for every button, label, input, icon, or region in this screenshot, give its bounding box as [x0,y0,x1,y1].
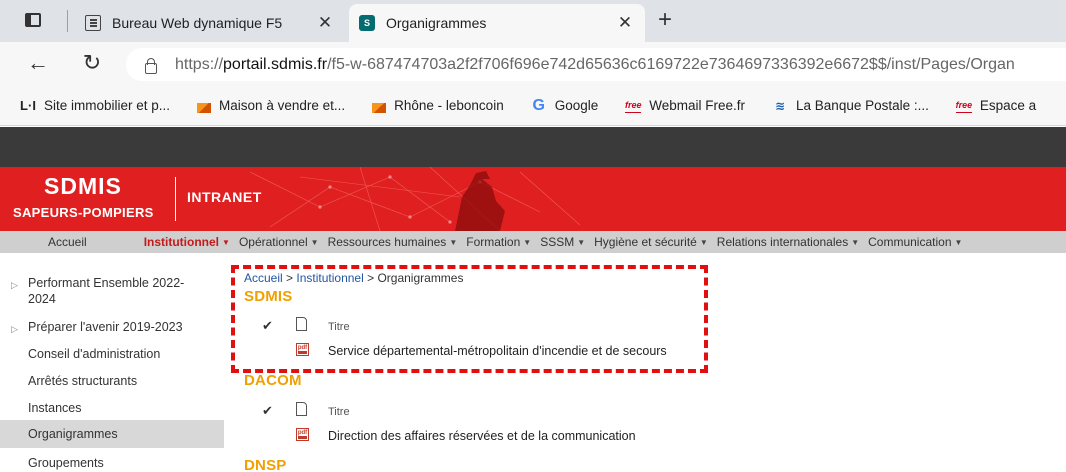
nav-accueil[interactable]: Accueil [48,235,87,249]
nav-label: Opérationnel [238,235,308,249]
caret-down-icon: ▼ [222,237,230,247]
bank-icon: ≋ [775,98,786,113]
url-text: https://portail.sdmis.fr/f5-w-687474703a… [175,55,1015,73]
bookmark-item[interactable]: free Webmail Free.fr [625,98,745,113]
section-title-dacom: DACOM [244,372,302,389]
caret-down-icon: ▼ [851,237,860,247]
sidebar-item-groupements[interactable]: Groupements [0,455,224,471]
pdf-icon: pdf [296,428,309,441]
document-link[interactable]: Direction des affaires réservées et de l… [328,429,636,443]
sharepoint-icon: S [359,15,375,31]
nav-label: Hygiène et sécurité [594,235,697,249]
bookmark-label: Site immobilier et p... [44,98,171,113]
free-icon: free [625,99,642,113]
nav-label: Formation [466,235,521,249]
nav-label: Communication [868,235,952,249]
tab-actions-icon[interactable] [25,13,41,27]
document-icon [296,402,307,416]
top-navigation: Accueil Institutionnel ▼ Opérationnel ▼ Re… [0,231,1066,253]
logo-title[interactable]: SDMIS [44,173,122,200]
sidebar-item-label: 2024 [28,292,56,306]
nav-relations-internationales[interactable]: Relations internationales ▼ [717,235,859,249]
bookmark-item[interactable]: Maison à vendre et... [197,98,345,113]
url-field[interactable]: https://portail.sdmis.fr/f5-w-687474703a… [126,48,1066,81]
logo-divider [175,177,176,221]
nav-operationnel[interactable]: Opérationnel ▼ [239,235,319,249]
column-header-titre[interactable]: Titre [328,406,350,418]
caret-down-icon: ▼ [577,237,586,247]
expand-triangle-icon[interactable]: ▷ [11,277,18,293]
tab-organigrammes[interactable]: S Organigrammes ✕ [349,4,645,42]
sidebar-item-label: Préparer l'avenir 2019-2023 [28,320,183,334]
bookmark-label: Webmail Free.fr [649,98,746,113]
bookmark-label: Espace a [979,98,1037,113]
bookmarks-bar: L·I Site immobilier et p... Maison à ven… [0,86,1066,126]
sidebar-item-label: Arrêtés structurants [28,374,138,388]
nav-institutionnel[interactable]: Institutionnel ▼ [144,235,230,249]
banner-network-art [249,167,581,231]
back-arrow-icon[interactable]: ← [26,52,50,76]
bookmark-item[interactable]: ≋ La Banque Postale :... [772,98,929,113]
caret-down-icon: ▼ [954,237,963,247]
li-icon: L·I [20,98,36,113]
caret-down-icon: ▼ [699,237,708,247]
free-icon: free [956,99,972,113]
nav-label: Relations internationales [716,235,849,249]
bookmark-label: Google [554,98,599,113]
sidebar-item-preparer-avenir[interactable]: ▷ Préparer l'avenir 2019-2023 [0,319,224,335]
logo-intranet: INTRANET [187,189,262,205]
bookmark-item[interactable]: free Espace a [956,98,1037,113]
header-banner: SDMIS SAPEURS-POMPIERS INTRANET [0,167,1066,231]
nav-ressources-humaines[interactable]: Ressources humaines ▼ [328,235,458,249]
tab-title: Bureau Web dynamique F5 [112,15,283,31]
refresh-icon[interactable]: ↻ [80,52,104,76]
bookmark-item[interactable]: Rhône - leboncoin [372,98,504,113]
bookmark-label: La Banque Postale :... [796,98,929,113]
sidebar-item-label: Instances [28,401,82,415]
tab-title: Organigrammes [386,15,487,31]
sidebar-item-label: Groupements [28,456,104,470]
nav-sssm[interactable]: SSSM ▼ [540,235,585,249]
sidebar-item-label: Organigrammes [28,427,118,441]
address-bar: ← ↻ https://portail.sdmis.fr/f5-w-687474… [0,42,1066,86]
new-tab-icon[interactable]: + [652,8,678,34]
bookmark-item[interactable]: L·I Site immobilier et p... [20,98,170,113]
bookmark-label: Maison à vendre et... [219,98,346,113]
tab-separator [67,10,68,32]
close-icon[interactable]: ✕ [613,13,637,33]
nav-label: Institutionnel [143,235,220,249]
orange-tag-icon [197,102,212,113]
close-icon[interactable]: ✕ [313,13,337,33]
browser-tabstrip: Bureau Web dynamique F5 ✕ S Organigramme… [0,0,1066,42]
expand-triangle-icon[interactable]: ▷ [11,321,18,337]
sidebar-item-label: Conseil d'administration [28,347,161,361]
checkmark-icon[interactable]: ✔ [262,403,273,419]
caret-down-icon: ▼ [310,237,319,247]
sidebar-item-instances[interactable]: Instances [0,400,224,416]
logo-subtitle: SAPEURS-POMPIERS [13,205,154,220]
sidebar-item-performant-ensemble[interactable]: ▷ Performant Ensemble 2022- 2024 [0,275,224,307]
lock-icon[interactable] [144,57,157,74]
google-icon: G [532,96,545,114]
page-icon [85,15,101,31]
nav-label: SSSM [540,235,575,249]
nav-label: Ressources humaines [327,235,447,249]
section-title-dnsp: DNSP [244,457,287,472]
nav-formation[interactable]: Formation ▼ [466,235,531,249]
nav-label: Accueil [48,235,87,249]
bookmark-label: Rhône - leboncoin [394,98,504,113]
sidebar-item-arretes-structurants[interactable]: Arrêtés structurants [0,373,224,389]
nav-hygiene-securite[interactable]: Hygiène et sécurité ▼ [594,235,708,249]
caret-down-icon: ▼ [449,237,458,247]
sidebar-item-organigrammes[interactable]: Organigrammes [0,420,224,448]
orange-tag-icon [372,102,387,113]
top-dark-bar [0,127,1066,167]
sidebar-item-conseil-administration[interactable]: Conseil d'administration [0,346,224,362]
caret-down-icon: ▼ [523,237,532,247]
sidebar-item-label: Performant Ensemble 2022- [28,276,185,290]
bookmark-item[interactable]: G Google [531,96,599,114]
nav-communication[interactable]: Communication ▼ [868,235,962,249]
tab-bureau-web[interactable]: Bureau Web dynamique F5 ✕ [75,4,345,42]
highlight-annotation [231,265,708,373]
